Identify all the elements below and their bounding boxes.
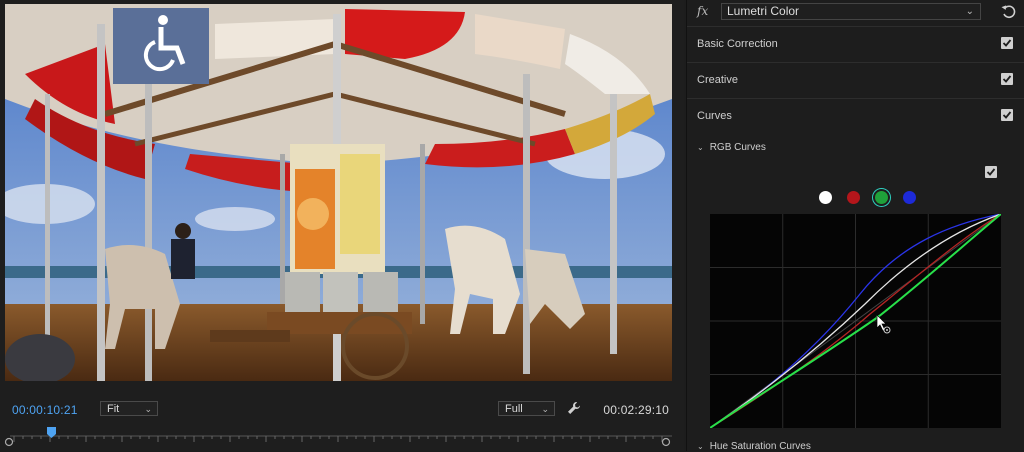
playback-resolution-select[interactable]: Full ⌄: [498, 401, 555, 416]
effect-header: fx Lumetri Color ⌄: [687, 0, 1024, 24]
luma-channel-button[interactable]: [819, 191, 832, 204]
effect-select[interactable]: Lumetri Color ⌄: [721, 3, 981, 20]
hue-saturation-label: Hue Saturation Curves: [709, 441, 811, 452]
section-creative[interactable]: Creative: [687, 62, 1024, 97]
rgb-curves-checkbox[interactable]: [985, 166, 997, 178]
lumetri-color-panel: fx Lumetri Color ⌄ Basic Correction Crea…: [686, 0, 1024, 452]
zoom-level-select[interactable]: Fit ⌄: [100, 401, 158, 416]
basic-correction-checkbox[interactable]: [1001, 37, 1013, 49]
monitor-controls: 00:00:10:21 Fit ⌄ Full ⌄ 00:02:29:10: [0, 395, 684, 425]
duration-timecode: 00:02:29:10: [603, 403, 669, 417]
curve-canvas[interactable]: [709, 213, 1002, 429]
check-icon: [1002, 39, 1012, 47]
chevron-down-icon: ⌄: [965, 6, 974, 17]
creative-checkbox[interactable]: [1001, 73, 1013, 85]
section-label: Curves: [697, 110, 732, 122]
zoom-level-value: Fit: [107, 403, 120, 415]
red-channel-button[interactable]: [847, 191, 860, 204]
out-point-handle[interactable]: [661, 437, 671, 447]
blue-channel-button[interactable]: [903, 191, 916, 204]
section-basic-correction[interactable]: Basic Correction: [687, 26, 1024, 61]
curves-checkbox[interactable]: [1001, 109, 1013, 121]
chevron-down-icon: ⌄: [144, 404, 152, 414]
chevron-down-icon: ⌄: [697, 143, 704, 152]
video-frame[interactable]: [5, 4, 672, 381]
hue-saturation-curves-header[interactable]: ⌄ Hue Saturation Curves: [697, 441, 811, 452]
check-icon: [1002, 75, 1012, 83]
in-point-handle[interactable]: [4, 437, 14, 447]
green-channel-button[interactable]: [875, 191, 888, 204]
section-label: Basic Correction: [697, 38, 778, 50]
section-curves[interactable]: Curves: [687, 98, 1024, 133]
rgb-curves-label: RGB Curves: [709, 142, 766, 153]
carousel-image: [5, 4, 672, 381]
section-label: Creative: [697, 74, 738, 86]
reset-icon[interactable]: [1001, 4, 1017, 20]
fx-label[interactable]: fx: [697, 4, 708, 18]
program-monitor: 00:00:10:21 Fit ⌄ Full ⌄ 00:02:29:10: [0, 0, 684, 451]
rgb-curves-header[interactable]: ⌄ RGB Curves: [697, 142, 766, 153]
check-icon: [1002, 111, 1012, 119]
check-icon: [986, 168, 996, 176]
rgb-curve-graph[interactable]: [709, 213, 1002, 429]
time-ruler[interactable]: [0, 424, 684, 451]
effect-name: Lumetri Color: [727, 4, 800, 18]
playback-resolution-value: Full: [505, 403, 523, 415]
wrench-icon[interactable]: [567, 401, 581, 415]
cursor-pointer-icon: [876, 314, 891, 334]
current-timecode[interactable]: 00:00:10:21: [12, 403, 78, 417]
chevron-down-icon: ⌄: [541, 404, 549, 414]
chevron-down-icon: ⌄: [697, 442, 704, 451]
